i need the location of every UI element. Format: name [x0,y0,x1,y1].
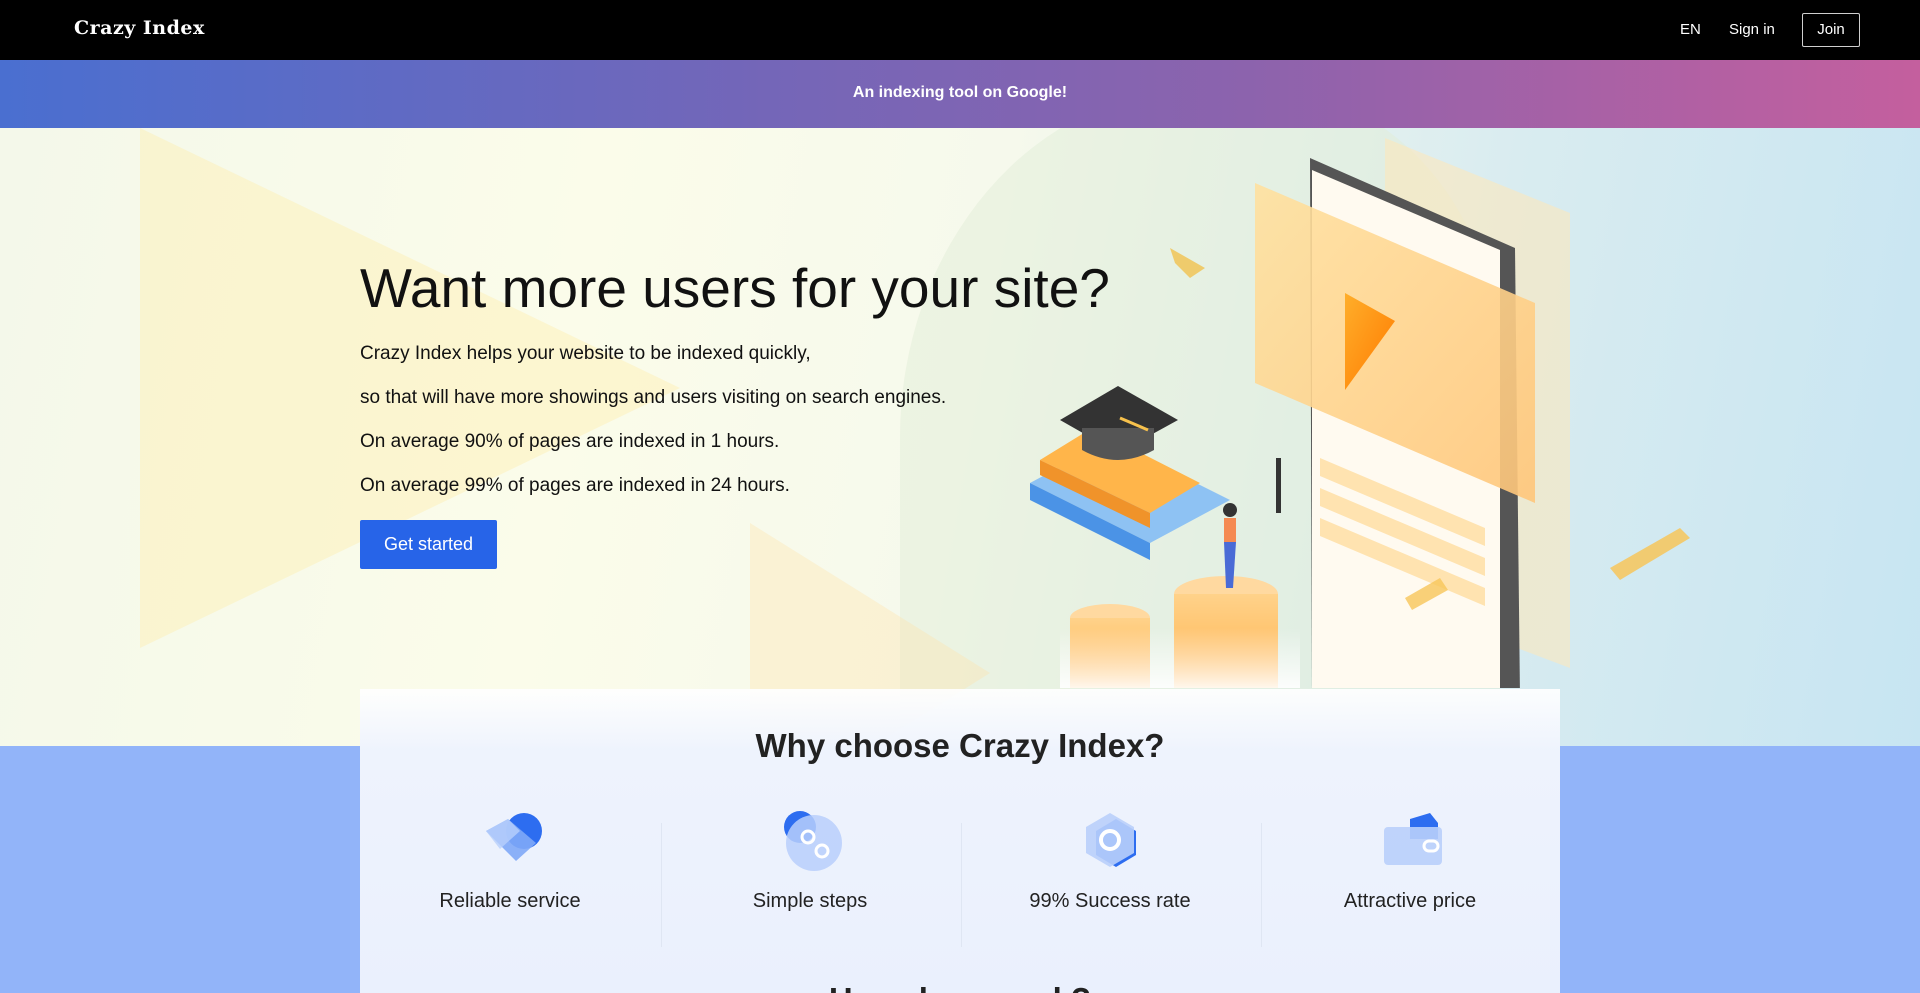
get-started-button[interactable]: Get started [360,520,497,569]
person-icon [1223,503,1237,517]
hero-description-line: On average 90% of pages are indexed in 1… [360,431,780,452]
feature-attractive-price: Attractive price [1260,809,1560,949]
feature-simple-steps: Simple steps [660,809,960,949]
how-it-works-title: How does work? [360,981,1560,993]
handshake-icon [486,813,542,861]
join-button[interactable]: Join [1802,13,1860,47]
wallet-icon [1384,813,1442,865]
feature-label: 99% Success rate [1029,890,1191,912]
hero-description-line: so that will have more showings and user… [360,387,947,408]
why-title: Why choose Crazy Index? [755,727,1165,764]
promo-banner: An indexing tool on Google! [0,60,1920,128]
banner-text: An indexing tool on Google! [852,84,1068,101]
feature-label: Simple steps [752,890,868,912]
steps-icon [784,811,842,871]
feature-success-rate: 99% Success rate [960,809,1260,949]
hero-title: Want more users for your site? [360,257,1110,319]
language-selector[interactable]: EN [1680,21,1701,38]
hero-illustration [1030,138,1690,688]
top-nav: Crazy Index EN Sign in Join [0,0,1920,60]
hero-description-line: Crazy Index helps your website to be ind… [360,343,811,364]
hero-description-line: On average 99% of pages are indexed in 2… [360,475,790,496]
feature-label: Attractive price [1343,890,1477,912]
feature-reliable-service: Reliable service [360,809,660,949]
why-choose-card: Why choose Crazy Index? Reliable service… [360,689,1560,993]
brand-logo[interactable]: Crazy Index [74,17,205,39]
hexagon-icon [1086,813,1136,867]
sign-in-link[interactable]: Sign in [1729,21,1775,38]
feature-label: Reliable service [439,890,581,912]
